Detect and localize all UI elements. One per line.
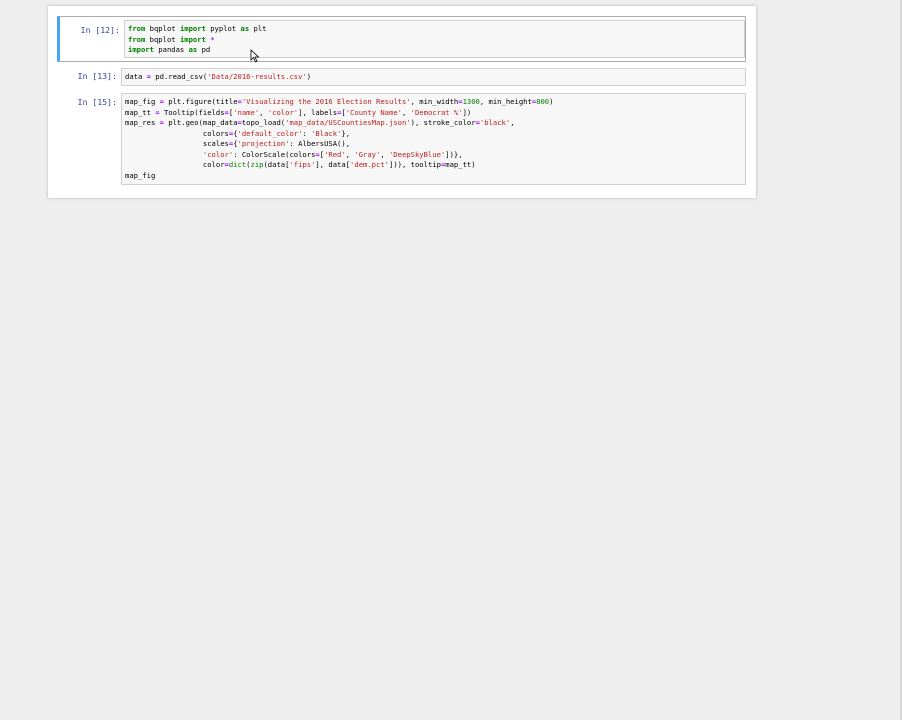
code-token: ], labels (298, 107, 338, 117)
input-prompt: In [15]: (77, 98, 117, 107)
input-prompt: In [12]: (80, 26, 120, 35)
code-line: 'color': ColorScale(colors=['Red', 'Gray… (125, 150, 742, 161)
code-token: 'projection' (237, 139, 290, 148)
code-token: map_res (125, 118, 160, 127)
code-token: 'Red' (324, 149, 346, 159)
code-token: 800 (536, 97, 550, 106)
code-token: 'black' (479, 118, 511, 127)
code-token: (data[ (263, 160, 290, 169)
code-cell-13[interactable]: In [13]: data = pd.read_csv('Data/2016-r… (57, 66, 746, 88)
code-token: topo_load( (241, 118, 286, 127)
code-token: * (210, 34, 215, 44)
code-token: import (128, 45, 154, 54)
code-token: 'Black' (311, 128, 342, 138)
code-token: Tooltip(fields (159, 107, 225, 117)
code-block: from bqplot import pyplot as plt from bqp… (128, 24, 741, 56)
code-line: map_tt = Tooltip(fields=['name', 'color'… (125, 108, 742, 119)
code-token: ) (306, 72, 312, 81)
code-token: as (188, 45, 198, 54)
code-token: 'color' (202, 149, 234, 159)
code-token: dict (228, 160, 247, 169)
code-token: plt (249, 24, 267, 33)
code-token: 'Gray' (354, 149, 381, 159)
code-line: scales={'projection': AlbersUSA(), (125, 139, 742, 150)
code-token: : ColorScale(colors (233, 149, 316, 159)
code-token: ), stroke_color (410, 118, 476, 127)
code-token: 'County Name' (345, 107, 402, 117)
code-token: bqplot (145, 34, 180, 44)
code-token: 'fips' (289, 160, 316, 169)
code-token: plt.figure(title (163, 97, 238, 106)
code-token: pandas (153, 45, 189, 54)
code-token: pd (197, 45, 211, 54)
code-token: map_fig (125, 170, 156, 180)
code-token: map_tt) (445, 160, 476, 169)
code-token: colors (125, 128, 229, 138)
code-token: , (380, 149, 389, 159)
code-token: , min_height (479, 97, 532, 106)
code-line: map_res = plt.geo(map_data=topo_load('ma… (125, 118, 742, 129)
code-input-area[interactable]: map_fig = plt.figure(title='Visualizing … (121, 93, 746, 185)
code-token: color (125, 160, 225, 169)
code-token: from (128, 24, 146, 33)
code-token: as (240, 24, 250, 33)
code-token: 'Democrat %' (410, 107, 463, 117)
code-token: 'DeepSkyBlue' (388, 149, 446, 159)
code-token: ], data[ (315, 160, 351, 169)
code-token: data (125, 72, 147, 81)
code-input-area[interactable]: data = pd.read_csv('Data/2016-results.cs… (121, 68, 746, 86)
code-line: import pandas as pd (128, 45, 741, 56)
code-token: 1300 (462, 97, 480, 106)
code-line: color=dict(zip(data['fips'], data['dem.p… (125, 160, 742, 171)
code-input-area[interactable]: from bqplot import pyplot as plt from bqp… (124, 20, 745, 58)
code-line: from bqplot import pyplot as plt (128, 24, 741, 35)
code-block: map_fig = plt.figure(title='Visualizing … (125, 97, 742, 181)
code-token: ])}, (445, 149, 463, 159)
code-token: 'color' (267, 107, 299, 117)
code-token: map_tt (125, 107, 156, 117)
code-token: from (128, 34, 146, 44)
mouse-pointer-icon (250, 49, 260, 63)
code-token: scales (125, 139, 229, 148)
code-token: 'map_data/USCountiesMap.json' (285, 118, 411, 127)
code-token: , (259, 107, 268, 117)
code-token: , (402, 107, 411, 117)
code-cell-15[interactable]: In [15]: map_fig = plt.figure(title='Vis… (57, 92, 746, 188)
code-token: pd.read_csv( (150, 72, 208, 81)
input-prompt: In [13]: (77, 72, 117, 81)
code-line: colors={'default_color': 'Black'}, (125, 129, 742, 140)
code-token: }, (341, 128, 351, 138)
code-token: : (302, 128, 312, 138)
code-token: import (179, 34, 206, 44)
code-token: , min_width (410, 97, 459, 106)
code-line: from bqplot import * (128, 35, 741, 46)
code-token: ])), tooltip (389, 160, 441, 169)
code-token: , (510, 118, 515, 127)
code-token: zip (250, 160, 264, 169)
code-block: data = pd.read_csv('Data/2016-results.cs… (125, 72, 742, 83)
code-token: map_fig (125, 97, 160, 106)
code-token: 'dem.pct' (350, 160, 389, 169)
code-token: plt.geo(map_data (163, 118, 238, 127)
code-line: map_fig (125, 171, 742, 182)
code-line: map_fig = plt.figure(title='Visualizing … (125, 97, 742, 108)
code-token: 'default_color' (237, 128, 303, 138)
code-token: : AlbersUSA(), (289, 139, 351, 148)
code-token: bqplot (145, 24, 180, 33)
code-token: pyplot (205, 24, 241, 33)
code-token: 'Visualizing the 2016 Election Results' (241, 97, 411, 106)
code-token: ) (549, 97, 554, 106)
code-token: 'name' (233, 107, 260, 117)
code-cell-12[interactable]: In [12]: from bqplot import pyplot as pl… (57, 16, 746, 62)
code-token: ]) (462, 107, 472, 117)
code-line: data = pd.read_csv('Data/2016-results.cs… (125, 72, 742, 83)
notebook-container: In [12]: from bqplot import pyplot as pl… (48, 6, 756, 198)
code-token: 'Data/2016-results.csv' (207, 72, 307, 81)
code-token: import (179, 24, 206, 33)
